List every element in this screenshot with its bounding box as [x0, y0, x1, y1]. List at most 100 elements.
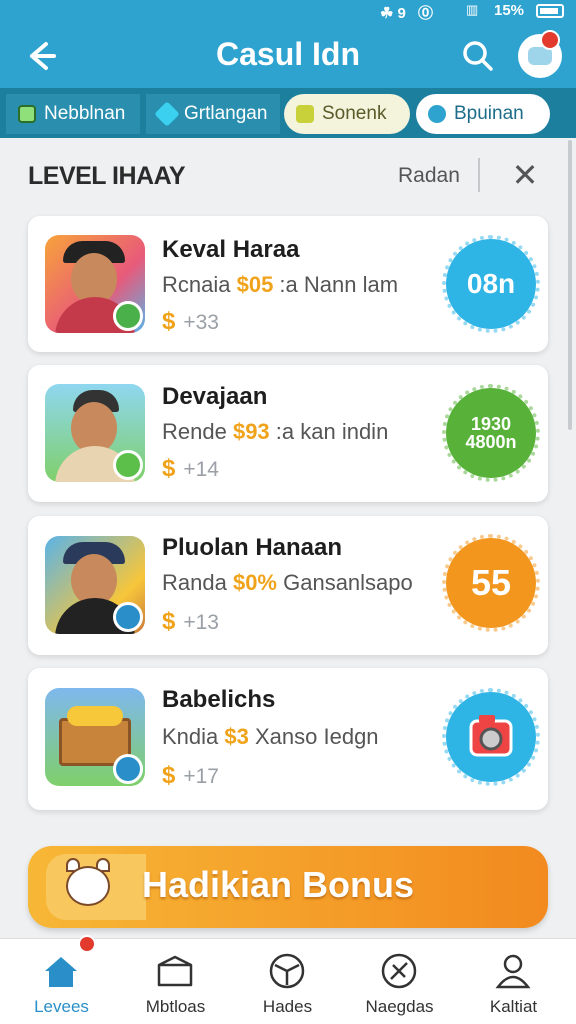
currency-icon: $: [162, 762, 176, 789]
nav-label: Naegdas: [365, 997, 434, 1016]
battery-icon: [536, 4, 564, 18]
nav-naegdas[interactable]: Naegdas: [342, 939, 457, 1024]
nav-label: Levees: [34, 997, 89, 1016]
scrollbar[interactable]: [568, 140, 572, 430]
book-icon: [18, 105, 36, 123]
mascot-icon: [46, 854, 146, 920]
list-item[interactable]: Babelichs Kndia $3 Xanso Iedgn $ +17: [28, 668, 548, 810]
list-item[interactable]: Pluolan Hanaan Randa $0% Gansanlsapo $ +1…: [28, 516, 548, 655]
ticket-icon: [296, 105, 314, 123]
steering-wheel-icon: [269, 953, 305, 989]
avatar: [45, 384, 145, 482]
notification-dot: [540, 30, 560, 50]
info-circle-icon: [428, 105, 446, 123]
desc-prefix: Rcnaia: [162, 272, 237, 297]
currency-icon: $: [162, 608, 176, 635]
item-name: Pluolan Hanaan: [162, 534, 343, 561]
badge-value: 55: [470, 562, 512, 603]
badge-value: 1930 4800n: [465, 414, 517, 452]
section-title: LEVEL IHAAY: [28, 162, 186, 190]
user-icon: [495, 954, 531, 989]
camera-badge-icon[interactable]: [442, 688, 540, 786]
currency-icon: $: [162, 308, 176, 335]
desc-suffix: Gansanlsapo: [277, 570, 413, 595]
close-icon[interactable]: ✕: [506, 156, 544, 194]
game-badge-icon: [113, 450, 143, 480]
desc-suffix: :a Nann lam: [273, 272, 399, 297]
item-count: +14: [183, 458, 219, 481]
desc-highlight: $3: [224, 724, 249, 749]
camera-icon: [469, 715, 513, 757]
list-item[interactable]: Devajaan Rende $93 :a kan indin $ +14 193…: [28, 365, 548, 502]
battery-percent: 15%: [494, 2, 525, 19]
avatar: [45, 536, 145, 634]
item-name: Babelichs: [162, 686, 276, 713]
home-icon: [45, 957, 77, 987]
level-badge[interactable]: 55: [442, 534, 540, 632]
item-count: +13: [183, 611, 219, 634]
item-description: Rende $93 :a kan indin: [162, 419, 388, 445]
head-shape: [66, 866, 110, 906]
level-badge[interactable]: 08n: [442, 235, 540, 333]
game-badge-icon: [113, 754, 143, 784]
desc-prefix: Kndia: [162, 724, 225, 749]
item-description: Kndia $3 Xanso Iedgn: [162, 724, 379, 750]
nav-mbtloas[interactable]: Mbtloas: [118, 939, 233, 1024]
item-price: $ +14: [162, 455, 219, 483]
desc-highlight: $93: [232, 419, 270, 444]
desc-highlight: $0%: [232, 570, 277, 595]
game-badge-icon: [113, 301, 143, 331]
badge-value: 08n: [466, 268, 516, 299]
desc-suffix: :a kan indin: [269, 419, 389, 444]
tab-nebblnan[interactable]: Nebblnan: [6, 94, 140, 134]
nav-kaltiat[interactable]: Kaltiat: [456, 939, 571, 1024]
section-header: LEVEL IHAAY Radan ✕: [0, 138, 576, 214]
gold-icon: [67, 706, 123, 726]
desc-prefix: Rende: [162, 419, 233, 444]
tab-label: Nebblnan: [44, 103, 126, 124]
level-badge[interactable]: 1930 4800n: [442, 384, 540, 482]
notification-dot: [78, 935, 96, 953]
app-header: Casul Idn: [0, 24, 576, 88]
status-bar: ☘9 ⓪ ▥ 15%: [0, 0, 576, 24]
item-count: +33: [183, 311, 219, 334]
nav-hades[interactable]: Hades: [230, 939, 345, 1024]
item-image: [45, 688, 145, 786]
item-name: Keval Haraa: [162, 236, 300, 263]
tab-label: Grtlangan: [184, 103, 268, 124]
search-icon[interactable]: [460, 38, 496, 74]
list-item[interactable]: Keval Haraa Rcnaia $05 :a Nann lam $ +33 …: [28, 216, 548, 352]
item-name: Devajaan: [162, 383, 268, 410]
nav-label: Kaltiat: [489, 997, 538, 1016]
item-price: $ +13: [162, 608, 219, 636]
item-count: +17: [183, 765, 219, 788]
avatar: [45, 235, 145, 333]
item-description: Randa $0% Gansanlsapo: [162, 570, 413, 596]
currency-icon: $: [162, 455, 176, 482]
tab-sonenk[interactable]: Sonenk: [284, 94, 410, 134]
item-price: $ +33: [162, 308, 219, 336]
tab-bpuinan[interactable]: Bpuinan: [416, 94, 550, 134]
box-icon: [157, 955, 193, 987]
tab-grtlangan[interactable]: Grtlangan: [146, 94, 280, 134]
bottom-nav: Levees Mbtloas Hades Naegdas Kaltiat: [0, 935, 576, 1024]
nav-levees[interactable]: Levees: [4, 935, 119, 1024]
desc-suffix: Xanso Iedgn: [248, 724, 379, 749]
item-price: $ +17: [162, 762, 219, 790]
bonus-label: Hadikian Bonus: [142, 864, 415, 905]
desc-highlight: $05: [236, 272, 274, 297]
nav-label: Mbtloas: [145, 997, 206, 1016]
tools-icon: [381, 953, 417, 989]
chat-icon[interactable]: [518, 30, 562, 78]
tab-label: Sonenk: [322, 103, 387, 124]
sort-button[interactable]: Radan: [398, 164, 460, 188]
bonus-button[interactable]: Hadikian Bonus: [28, 846, 548, 928]
nav-label: Hades: [262, 997, 313, 1016]
game-badge-icon: [113, 602, 143, 632]
desc-prefix: Randa: [162, 570, 233, 595]
item-description: Rcnaia $05 :a Nann lam: [162, 272, 398, 298]
status-icons: ☘9 ⓪: [380, 5, 437, 22]
signal-icon: ▥: [466, 2, 479, 17]
tab-bar: Nebblnan Grtlangan Sonenk Bpuinan: [0, 88, 576, 138]
divider: [478, 158, 480, 192]
